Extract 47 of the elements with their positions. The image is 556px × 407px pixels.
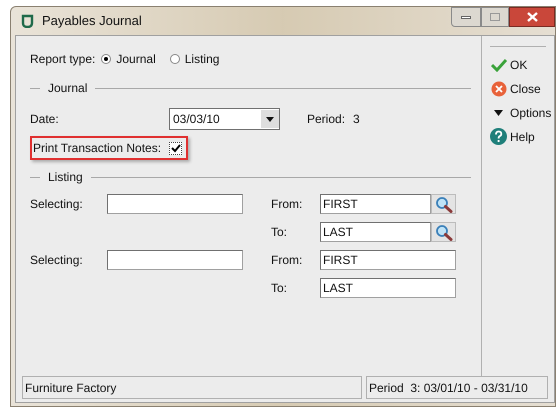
minimize-icon (461, 16, 471, 18)
action-button[interactable]: Close (490, 79, 554, 98)
section-heading: Journal (48, 80, 88, 97)
radio-button[interactable] (101, 54, 112, 64)
search-icon (434, 224, 452, 240)
app-icon (21, 14, 34, 28)
section-heading: Listing (48, 169, 83, 186)
to-field[interactable]: LAST (320, 278, 456, 298)
window-title: Payables Journal (42, 12, 142, 30)
from-field[interactable]: FIRST (320, 194, 431, 214)
help-icon (490, 128, 507, 145)
close-icon (526, 12, 538, 22)
field-label: Period: (307, 111, 346, 128)
caret-icon (494, 110, 503, 116)
search-button[interactable] (431, 194, 456, 214)
field-label: From: (271, 196, 304, 213)
radio-option[interactable]: Journal (101, 50, 156, 68)
search-button[interactable] (431, 222, 456, 242)
radio-button[interactable] (170, 54, 180, 64)
field-label: Report type: (30, 51, 96, 68)
caret-icon (266, 116, 274, 122)
field-label: Selecting: (30, 252, 84, 269)
field-label: To: (271, 224, 288, 241)
selecting-field[interactable] (107, 194, 243, 214)
field-label: Date: (30, 111, 60, 128)
maximize-icon (490, 13, 500, 21)
field-label: Print Transaction Notes: (33, 140, 162, 157)
status-period: Period 3: 03/01/10 - 03/31/10 (366, 376, 548, 399)
selecting-field[interactable] (107, 250, 243, 270)
field-label: To: (271, 280, 288, 297)
checkmark-icon (490, 58, 506, 72)
radio-option[interactable]: Listing (170, 50, 220, 68)
action-button[interactable]: OK (490, 55, 554, 74)
status-company: Furniture Factory (22, 376, 362, 399)
date-dropdown[interactable]: 03/03/10 (169, 108, 280, 130)
search-icon (434, 196, 452, 212)
close-icon (490, 80, 506, 96)
field-label: Selecting: (30, 196, 84, 213)
action-button[interactable]: Options (490, 103, 554, 122)
minimize-button[interactable] (451, 7, 481, 27)
field-label: From: (271, 252, 304, 269)
from-field[interactable]: FIRST (320, 250, 456, 270)
close-window-button[interactable] (509, 7, 555, 27)
to-field[interactable]: LAST (320, 222, 431, 242)
checkbox[interactable] (169, 142, 182, 154)
period-value: 3 (353, 111, 360, 128)
action-button[interactable]: Help (490, 127, 554, 146)
